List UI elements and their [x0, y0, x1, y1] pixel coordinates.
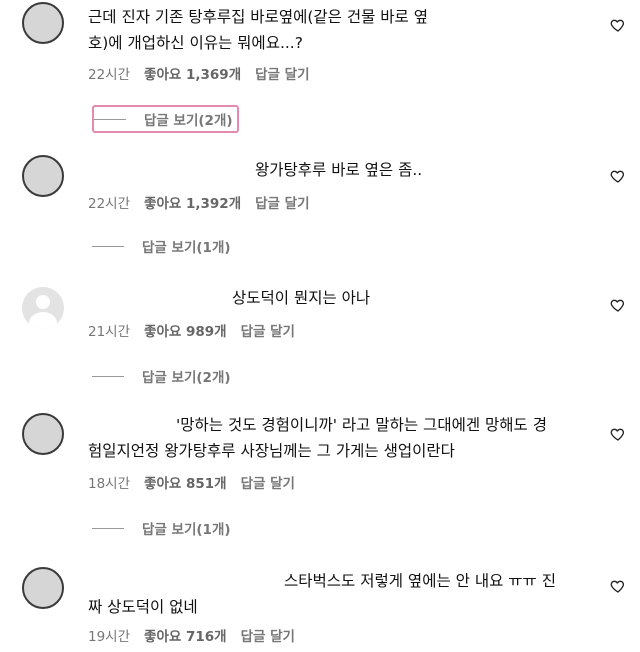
view-replies-button[interactable]: 답글 보기(2개) — [92, 366, 231, 386]
comment-text: 근데 진자 기존 탕후루집 바로옆에(같은 건물 바로 옆 호)에 개업하신 이… — [88, 8, 428, 52]
comment-meta: 18시간 좋아요 851개 답글 달기 — [88, 472, 295, 492]
view-replies-button[interactable]: 답글 보기(2개) — [92, 105, 239, 133]
likes-count[interactable]: 좋아요 716개 — [144, 625, 227, 645]
reply-button[interactable]: 답글 달기 — [241, 320, 295, 340]
reply-button[interactable]: 답글 달기 — [255, 192, 309, 212]
view-replies-label: 답글 보기(1개) — [142, 522, 231, 538]
view-replies-label: 답글 보기(2개) — [142, 370, 231, 386]
view-replies-button[interactable]: 답글 보기(1개) — [92, 236, 231, 256]
reply-button[interactable]: 답글 달기 — [241, 625, 295, 645]
comment-time: 21시간 — [88, 324, 131, 340]
likes-count[interactable]: 좋아요 1,392개 — [144, 192, 241, 212]
default-avatar-head — [36, 295, 50, 309]
avatar[interactable] — [22, 287, 64, 329]
comment-time: 18시간 — [88, 476, 131, 492]
comment-time: 22시간 — [88, 196, 131, 212]
view-replies-label: 답글 보기(1개) — [142, 240, 231, 256]
divider-line — [92, 527, 124, 529]
comment-text: 상도덕이 뭔지는 아나 — [232, 289, 371, 307]
comment-meta: 22시간 좋아요 1,369개 답글 달기 — [88, 63, 310, 83]
comment-time: 19시간 — [88, 629, 131, 645]
likes-count[interactable]: 좋아요 989개 — [144, 320, 227, 340]
comment-time: 22시간 — [88, 67, 131, 83]
divider-line — [92, 375, 124, 377]
heart-outline-icon[interactable] — [610, 17, 626, 33]
avatar[interactable] — [22, 567, 64, 609]
reply-button[interactable]: 답글 달기 — [241, 472, 295, 492]
comment-meta: 22시간 좋아요 1,392개 답글 달기 — [88, 192, 310, 212]
heart-outline-icon[interactable] — [610, 297, 626, 313]
reply-button[interactable]: 답글 달기 — [255, 63, 309, 83]
divider-line — [92, 245, 124, 247]
heart-outline-icon[interactable] — [610, 578, 626, 594]
heart-outline-icon[interactable] — [610, 168, 626, 184]
likes-count[interactable]: 좋아요 1,369개 — [144, 63, 241, 83]
comment-meta: 21시간 좋아요 989개 답글 달기 — [88, 320, 295, 340]
divider-line — [94, 118, 126, 120]
comment-text: 스타벅스도 저렇게 옆에는 안 내요 ㅠㅠ 진 짜 상도덕이 없네 — [88, 572, 556, 616]
likes-count[interactable]: 좋아요 851개 — [144, 472, 227, 492]
avatar[interactable] — [22, 2, 64, 44]
avatar[interactable] — [22, 413, 64, 455]
view-replies-label: 답글 보기(2개) — [144, 113, 233, 129]
comment-text: '망하는 것도 경험이니까' 라고 말하는 그대에겐 망해도 경 험일지언정 왕… — [88, 416, 547, 460]
comment-text: 왕가탕후루 바로 옆은 좀.. — [255, 161, 423, 179]
comment-meta: 19시간 좋아요 716개 답글 달기 — [88, 625, 295, 645]
default-avatar-body — [29, 312, 57, 329]
view-replies-button[interactable]: 답글 보기(1개) — [92, 518, 231, 538]
heart-outline-icon[interactable] — [610, 426, 626, 442]
avatar[interactable] — [22, 155, 64, 197]
